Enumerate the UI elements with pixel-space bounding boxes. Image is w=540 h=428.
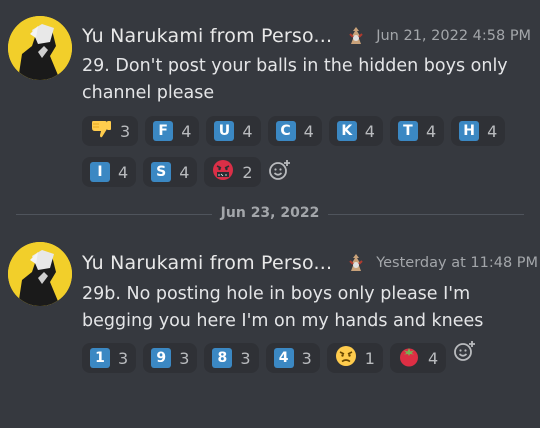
timestamp[interactable]: Jun 21, 2022 4:58 PM	[376, 28, 531, 44]
reaction-count: 4	[427, 348, 439, 368]
reactions: 1 3 9 3 8 3 4 3 1 4	[82, 341, 522, 384]
reaction-count: 1	[364, 348, 375, 368]
reaction-count: 3	[179, 348, 190, 368]
add-reaction-icon	[453, 339, 477, 367]
regional-h-icon: H	[459, 121, 480, 141]
regional-t-icon: T	[397, 121, 418, 141]
reaction-count: 4	[425, 121, 437, 141]
tomato-icon	[398, 345, 420, 371]
reaction-count: 4	[118, 162, 129, 182]
username[interactable]: Yu Narukami from Perso...	[82, 25, 332, 47]
avatar[interactable]	[8, 242, 72, 306]
reaction-count: 4	[487, 121, 498, 141]
regional-u-icon: U	[214, 121, 235, 141]
keycap-8-icon: 8	[212, 348, 233, 368]
reaction-regional-k[interactable]: K 4	[328, 116, 383, 146]
regional-f-icon: F	[153, 121, 174, 141]
reactions: 3 F 4 U 4 C 4 K 4 T 4 H 4 I 4 S 4 2	[82, 116, 522, 198]
reaction-count: 4	[364, 121, 375, 141]
reaction-count: 3	[301, 348, 312, 368]
date-divider: Jun 23, 2022	[16, 205, 524, 222]
reaction-count: 4	[181, 121, 192, 141]
reaction-count: 3	[120, 121, 131, 141]
regional-k-icon: K	[336, 121, 357, 141]
timestamp[interactable]: Yesterday at 11:48 PM	[376, 255, 538, 271]
add-reaction-button[interactable]	[268, 157, 292, 187]
add-reaction-button[interactable]	[453, 341, 477, 365]
reaction-regional-f[interactable]: F 4	[145, 116, 200, 146]
reaction-keycap-8[interactable]: 8 3	[204, 343, 259, 373]
reaction-keycap-9[interactable]: 9 3	[143, 343, 198, 373]
regional-i-icon: I	[90, 162, 110, 182]
keycap-9-icon: 9	[151, 348, 172, 368]
divider-date: Jun 23, 2022	[220, 205, 320, 221]
reaction-count: 2	[242, 162, 253, 182]
username[interactable]: Yu Narukami from Perso...	[82, 252, 332, 274]
add-reaction-icon	[268, 158, 292, 186]
reaction-count: 4	[242, 121, 253, 141]
reaction-thumbs-down[interactable]: 3	[82, 116, 139, 146]
role-badge-icon	[346, 26, 366, 46]
reaction-count: 4	[303, 121, 314, 141]
reaction-tomato[interactable]: 4	[389, 343, 447, 373]
reaction-keycap-1[interactable]: 1 3	[82, 343, 137, 373]
reaction-count: 3	[118, 348, 129, 368]
keycap-4-icon: 4	[273, 348, 294, 368]
reaction-regional-c[interactable]: C 4	[267, 116, 322, 146]
angry-face-icon	[335, 345, 357, 371]
reaction-keycap-4[interactable]: 4 3	[265, 343, 320, 373]
avatar-image	[8, 242, 72, 306]
regional-c-icon: C	[275, 121, 296, 141]
cursing-face-icon	[212, 159, 234, 185]
reaction-regional-s[interactable]: S 4	[143, 157, 198, 187]
reaction-regional-u[interactable]: U 4	[206, 116, 261, 146]
keycap-1-icon: 1	[90, 348, 110, 368]
reaction-regional-i[interactable]: I 4	[82, 157, 137, 187]
reaction-angry-face[interactable]: 1	[326, 343, 383, 373]
reaction-count: 4	[179, 162, 190, 182]
thumbs-down-icon	[90, 118, 112, 144]
reaction-regional-h[interactable]: H 4	[451, 116, 506, 146]
regional-s-icon: S	[151, 162, 172, 182]
reaction-count: 3	[240, 348, 251, 368]
avatar-image	[8, 16, 72, 80]
message-content: 29. Don't post your balls in the hidden …	[82, 56, 508, 103]
avatar[interactable]	[8, 16, 72, 80]
role-badge-icon	[346, 253, 366, 273]
reaction-cursing-face[interactable]: 2	[204, 157, 261, 187]
reaction-regional-t[interactable]: T 4	[389, 116, 445, 146]
message-content: 29b. No posting hole in boys only please…	[82, 284, 484, 331]
